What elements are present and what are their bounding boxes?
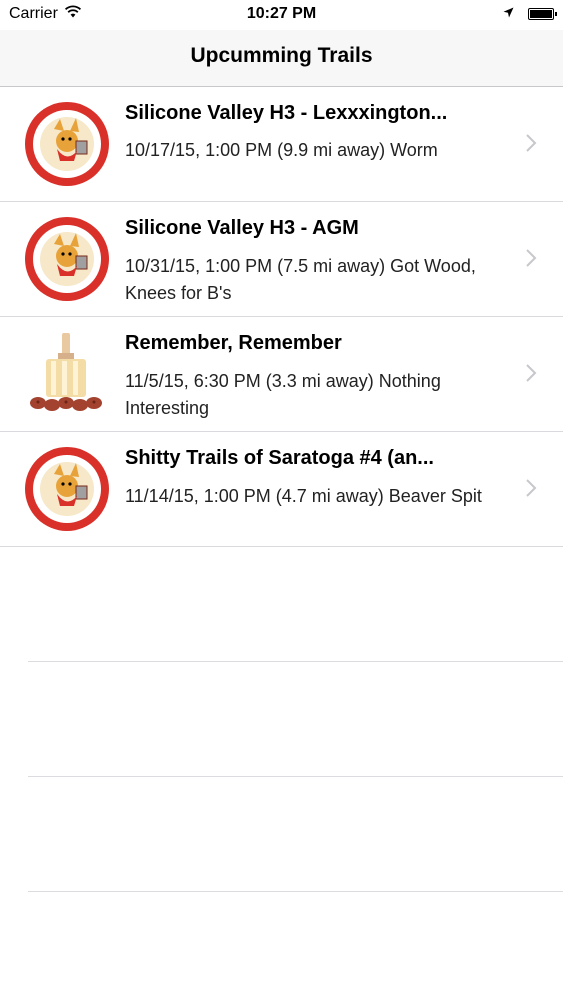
status-right bbox=[503, 5, 557, 23]
trail-list: Silicone Valley H3 - Lexxxington... 10/1… bbox=[0, 87, 563, 892]
trail-title: Shitty Trails of Saratoga #4 (an... bbox=[125, 447, 434, 469]
silicon-valley-hhh-logo-icon bbox=[24, 216, 110, 302]
chevron-right-icon bbox=[525, 363, 537, 383]
chevron-right-icon bbox=[525, 478, 537, 498]
trail-row[interactable]: Silicone Valley H3 - AGM 10/31/15, 1:00 … bbox=[0, 202, 563, 317]
screen: Carrier 10:27 PM Upcumming Trails Silico… bbox=[0, 0, 563, 1000]
location-arrow-icon bbox=[503, 5, 514, 23]
empty-row bbox=[0, 662, 563, 777]
torch-icon bbox=[24, 331, 110, 417]
trail-title: Silicone Valley H3 - AGM bbox=[125, 217, 359, 239]
trail-row[interactable]: Silicone Valley H3 - Lexxxington... 10/1… bbox=[0, 87, 563, 202]
trail-subtitle: 10/31/15, 1:00 PM (7.5 mi away) Got Wood… bbox=[125, 256, 476, 303]
silicon-valley-hhh-logo-icon bbox=[24, 446, 110, 532]
page-title: Upcumming Trails bbox=[190, 44, 373, 67]
trail-row[interactable]: Remember, Remember 11/5/15, 6:30 PM (3.3… bbox=[0, 317, 563, 432]
trail-subtitle: 10/17/15, 1:00 PM (9.9 mi away) Worm bbox=[125, 140, 438, 160]
silicon-valley-hhh-logo-icon bbox=[24, 101, 110, 187]
chevron-right-icon bbox=[525, 248, 537, 268]
status-bar: Carrier 10:27 PM bbox=[0, 0, 563, 30]
row-separator bbox=[28, 891, 563, 892]
empty-row bbox=[0, 777, 563, 892]
navigation-bar: Upcumming Trails bbox=[0, 30, 563, 87]
battery-icon bbox=[528, 8, 557, 20]
trail-subtitle: 11/5/15, 6:30 PM (3.3 mi away) Nothing I… bbox=[125, 371, 441, 418]
chevron-right-icon bbox=[525, 133, 537, 153]
trail-title: Silicone Valley H3 - Lexxxington... bbox=[125, 102, 448, 124]
trail-title: Remember, Remember bbox=[125, 332, 342, 354]
trail-row[interactable]: Shitty Trails of Saratoga #4 (an... 11/1… bbox=[0, 432, 563, 547]
empty-row bbox=[0, 547, 563, 662]
status-time: 10:27 PM bbox=[246, 5, 317, 22]
trail-subtitle: 11/14/15, 1:00 PM (4.7 mi away) Beaver S… bbox=[125, 486, 482, 506]
